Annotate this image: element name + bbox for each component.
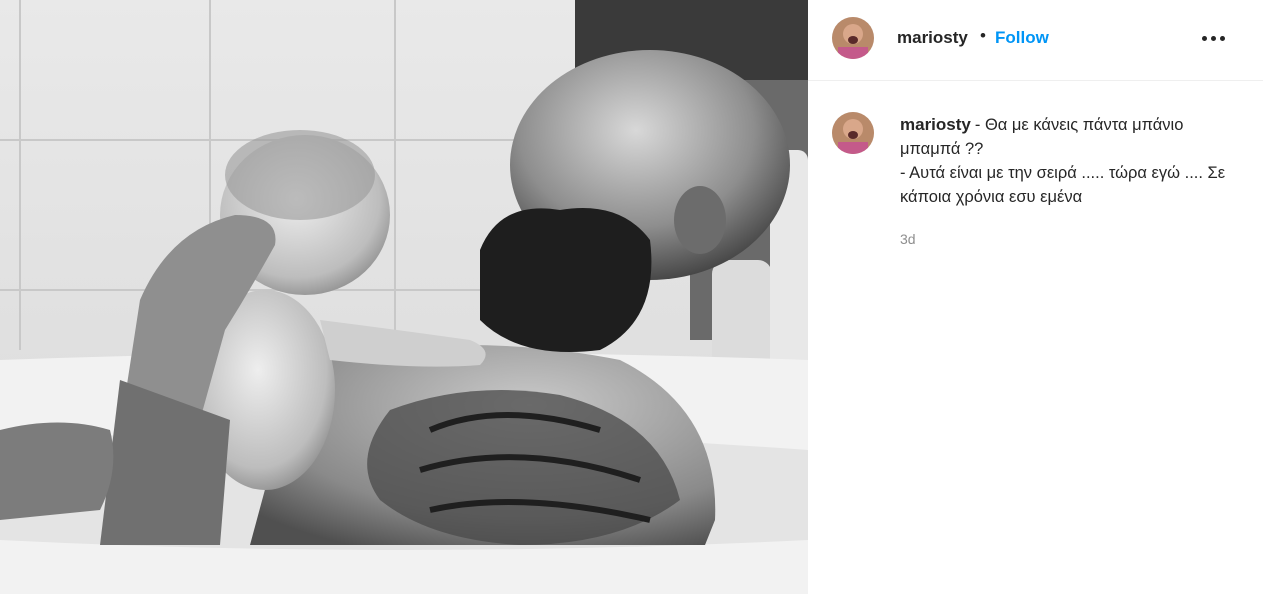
more-options-icon[interactable] xyxy=(1200,28,1228,48)
post-caption: mariosty - Θα με κάνεις πάντα μπάνιο μπαμ… xyxy=(900,113,1240,209)
avatar-image xyxy=(832,112,874,154)
caption-username[interactable]: mariosty xyxy=(900,115,971,134)
post-header: mariosty • Follow xyxy=(808,0,1263,81)
author-avatar[interactable] xyxy=(832,17,874,59)
post-photo[interactable] xyxy=(0,0,808,594)
avatar-image xyxy=(832,17,874,59)
caption-avatar[interactable] xyxy=(832,112,874,154)
follow-button[interactable]: Follow xyxy=(995,28,1049,48)
separator-dot: • xyxy=(980,26,986,45)
post-timestamp[interactable]: 3d xyxy=(900,231,916,247)
post-photo-image xyxy=(0,0,808,594)
caption-line-2: - Αυτά είναι με την σειρά ..... τώρα εγώ… xyxy=(900,164,1226,206)
post-sidebar: mariosty • Follow mariosty - Θα με κάνεις… xyxy=(808,0,1263,594)
author-username[interactable]: mariosty xyxy=(897,28,968,48)
